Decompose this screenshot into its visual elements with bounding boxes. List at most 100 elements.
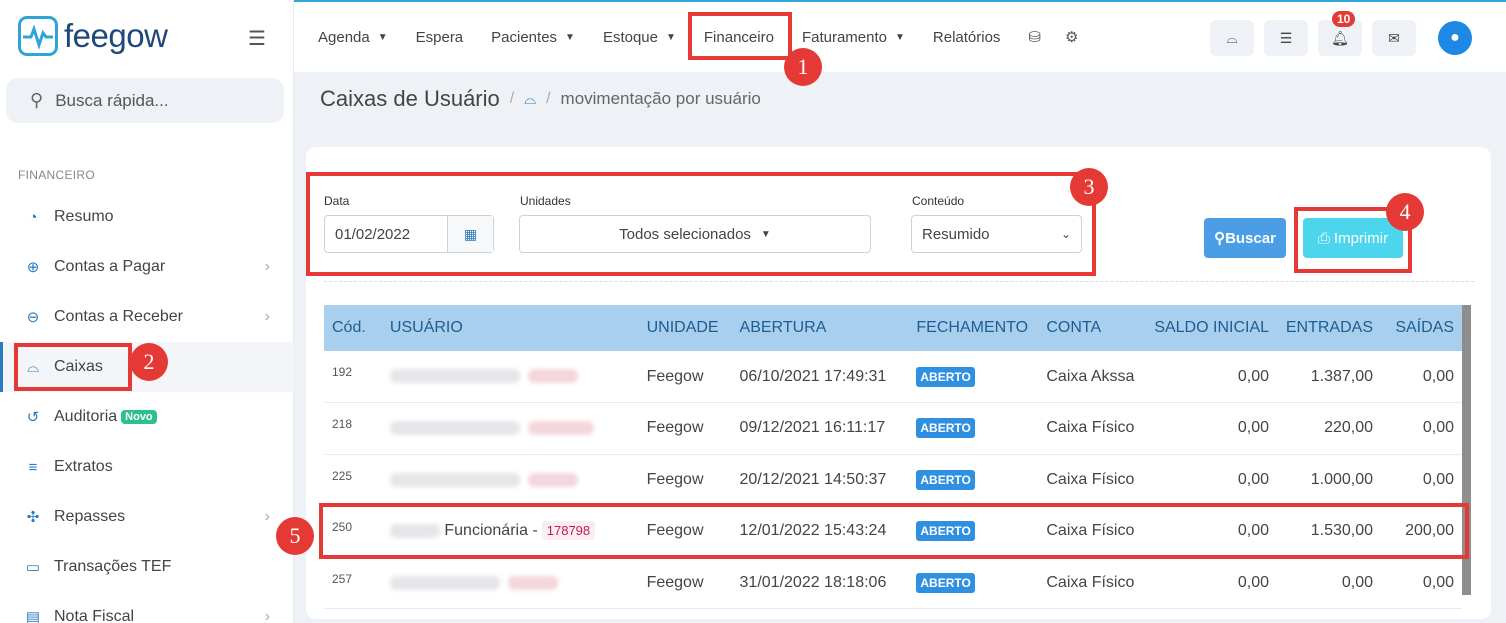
breadcrumb-current: movimentação por usuário <box>560 89 761 108</box>
cell-cod: 218 <box>324 402 382 455</box>
chevron-right-icon: › <box>264 308 270 325</box>
sidebar-item-transacoes-tef[interactable]: ▭ Transações TEF <box>0 542 294 592</box>
menu-espera[interactable]: Espera <box>416 29 464 46</box>
menu-label: Agenda <box>318 28 370 46</box>
cell-abertura: 31/01/2022 18:18:06 <box>731 557 909 609</box>
chart-pie-icon: ◔ <box>28 208 38 226</box>
cell-abertura: 09/12/2021 16:11:17 <box>731 402 909 455</box>
sidebar-nav: ◔ Resumo ⊕ Contas a Pagar › ⊖ Contas a R… <box>0 192 294 623</box>
col-unidade[interactable]: UNIDADE <box>638 305 732 351</box>
cell-usuario <box>381 557 639 609</box>
cell-entradas: 0,00 <box>1277 557 1381 609</box>
breadcrumb: Caixas de Usuário / ⌓ / movimentação por… <box>320 86 761 112</box>
sidebar-item-label: Resumo <box>54 208 114 225</box>
sidebar-item-extratos[interactable]: ≡ Extratos <box>0 442 294 492</box>
buscar-button[interactable]: ⚲ Buscar <box>1204 218 1286 258</box>
sidebar-item-contas-pagar[interactable]: ⊕ Contas a Pagar › <box>0 242 294 292</box>
annotation-number-1: 1 <box>784 48 822 86</box>
col-abertura[interactable]: ABERTURA <box>731 305 909 351</box>
col-saidas[interactable]: SAÍDAS <box>1381 305 1462 351</box>
table-header-row: Cód. USUÁRIO UNIDADE ABERTURA FECHAMENTO… <box>324 305 1462 351</box>
cell-conta: Caixa Akssa <box>1038 351 1147 403</box>
table-row[interactable]: 192 Feegow 06/10/2021 17:49:31 ABERTO Ca… <box>324 351 1462 403</box>
cell-unidade: Feegow <box>638 402 732 455</box>
checklist-icon: ☰ <box>1279 29 1293 46</box>
cell-entradas: 220,00 <box>1277 402 1381 455</box>
cell-unidade: Feegow <box>638 557 732 609</box>
caret-down-icon: ▼ <box>377 31 388 43</box>
col-entradas[interactable]: ENTRADAS <box>1277 305 1381 351</box>
chevron-right-icon: › <box>264 508 270 525</box>
quick-search-input[interactable]: ⚲ Busca rápida... <box>6 78 284 123</box>
chevron-right-icon: › <box>264 608 270 623</box>
caret-down-icon: ▼ <box>565 31 575 43</box>
notifications-button[interactable]: 🔔︎ 10 <box>1318 11 1362 56</box>
divider <box>324 281 1474 282</box>
menu-relatorios[interactable]: Relatórios <box>933 29 1001 46</box>
tasks-button[interactable]: ☰ <box>1264 20 1308 56</box>
chevron-right-icon: › <box>264 258 270 275</box>
bell-icon: 🔔︎ <box>1331 29 1349 46</box>
cell-conta: Caixa Físico <box>1038 402 1147 455</box>
history-icon: ↺ <box>26 409 40 426</box>
cell-saidas: 0,00 <box>1381 454 1462 506</box>
status-badge: ABERTO <box>916 366 975 387</box>
sidebar-item-label: Auditoria <box>54 408 118 425</box>
col-usuario[interactable]: USUÁRIO <box>381 305 639 351</box>
search-icon: ⚲ <box>1214 230 1226 247</box>
table-row[interactable]: 225 Feegow 20/12/2021 14:50:37 ABERTO Ca… <box>324 454 1462 506</box>
search-icon: ⚲ <box>30 90 44 110</box>
cell-saldo: 0,00 <box>1146 351 1278 403</box>
inbox-button[interactable]: ⌓ <box>1210 20 1254 56</box>
menu-pacientes[interactable]: Pacientes ▼ <box>491 29 575 46</box>
menu-toggle-icon[interactable]: ☰ <box>248 26 266 51</box>
annotation-box-3 <box>306 172 1096 276</box>
sidebar-item-resumo[interactable]: ◔ Resumo <box>0 192 294 242</box>
col-saldo-inicial[interactable]: SALDO INICIAL <box>1146 305 1278 351</box>
cell-saidas: 0,00 <box>1381 557 1462 609</box>
gear-icon[interactable]: ⚙ <box>1065 28 1078 46</box>
list-icon: ≡ <box>28 458 38 476</box>
breadcrumb-separator: / <box>509 90 515 107</box>
annotation-box-5 <box>319 503 1469 559</box>
notification-count: 10 <box>1332 11 1356 27</box>
button-label: Buscar <box>1225 229 1276 247</box>
user-icon: ● <box>1450 29 1460 46</box>
top-nav: Agenda ▼ Espera Pacientes ▼ Estoque ▼ Finan… <box>294 0 1506 72</box>
col-cod[interactable]: Cód. <box>324 305 382 351</box>
cell-conta: Caixa Físico <box>1038 557 1147 609</box>
breadcrumb-separator: / <box>546 90 551 107</box>
chat-button[interactable]: ✉ <box>1372 20 1416 56</box>
sidebar-item-label: Nota Fiscal <box>54 608 135 623</box>
sidebar-item-label: Contas a Pagar <box>54 258 166 275</box>
database-icon[interactable]: ⛁ <box>1028 28 1041 46</box>
annotation-number-4: 4 <box>1386 193 1424 231</box>
feegow-logo[interactable]: feegow <box>18 16 168 56</box>
table-row[interactable]: 218 Feegow 09/12/2021 16:11:17 ABERTO Ca… <box>324 402 1462 455</box>
menu-estoque[interactable]: Estoque ▼ <box>603 29 676 46</box>
page-title: Caixas de Usuário <box>320 86 500 111</box>
new-badge: Novo <box>121 410 157 424</box>
table-row[interactable]: 257 Feegow 31/01/2022 18:18:06 ABERTO Ca… <box>324 557 1462 609</box>
sidebar-item-nota-fiscal[interactable]: ▤ Nota Fiscal › <box>0 592 294 623</box>
annotation-box-2 <box>14 343 132 391</box>
redacted-id <box>527 369 578 384</box>
top-actions: ⌓ ☰ 🔔︎ 10 ✉ ● <box>1200 11 1472 56</box>
col-fechamento[interactable]: FECHAMENTO <box>908 305 1039 351</box>
redacted-name <box>389 575 500 590</box>
menu-faturamento[interactable]: Faturamento ▼ <box>802 29 905 46</box>
menu-agenda[interactable]: Agenda ▼ <box>318 29 388 46</box>
sidebar-item-auditoria[interactable]: ↺ Auditoria Novo <box>0 392 294 442</box>
arrow-up-circle-icon: ⊕ <box>26 259 40 276</box>
annotation-number-5: 5 <box>276 517 314 555</box>
col-conta[interactable]: CONTA <box>1038 305 1147 351</box>
sidebar-item-contas-receber[interactable]: ⊖ Contas a Receber › <box>0 292 294 342</box>
cell-cod: 225 <box>324 454 382 506</box>
menu-label: Estoque <box>602 28 658 46</box>
sidebar-item-repasses[interactable]: ✣ Repasses › <box>0 492 294 542</box>
status-badge: ABERTO <box>916 469 975 490</box>
menu-label: Pacientes <box>491 28 558 46</box>
cell-saldo: 0,00 <box>1146 454 1278 506</box>
avatar[interactable]: ● <box>1438 21 1472 55</box>
menu-label: Espera <box>415 28 464 46</box>
